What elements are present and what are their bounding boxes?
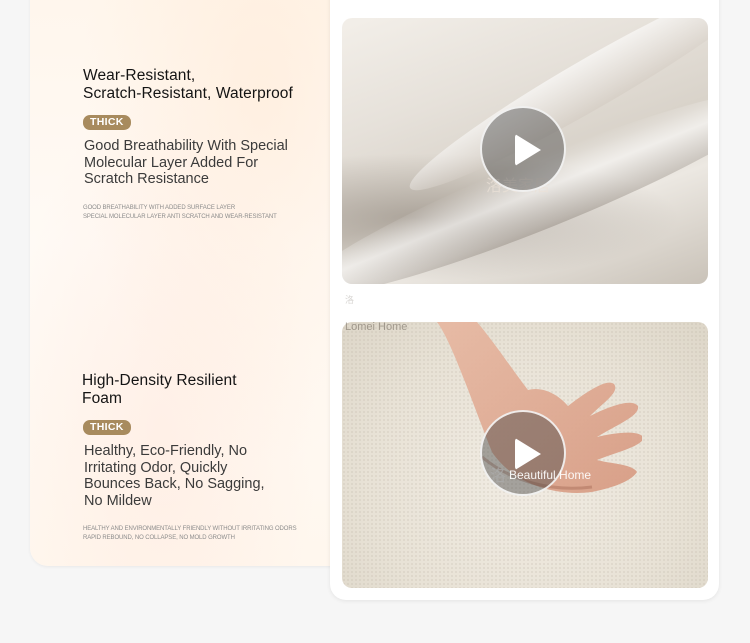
feature-description-line: Scratch Resistance bbox=[84, 171, 209, 187]
feature-title-line: Foam bbox=[82, 390, 123, 407]
feature-small-print-line: RAPID REBOUND, NO COLLAPSE, NO MOLD GROW… bbox=[83, 535, 235, 541]
play-button[interactable] bbox=[480, 106, 566, 192]
fabric-video[interactable]: 洛美家居 bbox=[342, 18, 708, 284]
feature-small-print: HEALTHY AND ENVIRONMENTALLY FRIENDLY WIT… bbox=[83, 525, 313, 543]
feature-title-line: Wear-Resistant, bbox=[83, 67, 196, 84]
feature-description-line: Irritating Odor, Quickly bbox=[84, 459, 228, 476]
video-media-card: 洛美家居 洛 Lomei Home 洛 Beautiful Home bbox=[330, 0, 719, 600]
feature-wear-resistant: Wear-Resistant, Scratch-Resistant, Water… bbox=[83, 67, 313, 222]
feature-title-line: Scratch-Resistant, Waterproof bbox=[83, 85, 293, 102]
feature-small-print-line: SPECIAL MOLECULAR LAYER ANTI SCRATCH AND… bbox=[83, 213, 277, 220]
product-detail-page: Wear-Resistant, Scratch-Resistant, Water… bbox=[0, 0, 750, 643]
video-caption-faint: 洛 bbox=[345, 295, 355, 305]
feature-description-line: No Mildew bbox=[84, 492, 152, 509]
feature-description-line: Good Breathability With Special bbox=[84, 138, 288, 154]
feature-small-print-line: HEALTHY AND ENVIRONMENTALLY FRIENDLY WIT… bbox=[83, 526, 297, 532]
brand-watermark-label: Lomei Home bbox=[345, 321, 408, 333]
feature-title: High-Density Resilient Foam bbox=[82, 372, 262, 408]
feature-small-print: GOOD BREATHABILITY WITH ADDED SURFACE LA… bbox=[83, 204, 313, 222]
feature-small-print-line: GOOD BREATHABILITY WITH ADDED SURFACE LA… bbox=[83, 204, 236, 211]
feature-high-density-foam: High-Density Resilient Foam THICK Health… bbox=[82, 372, 313, 543]
play-icon bbox=[515, 134, 541, 166]
feature-description-line: Healthy, Eco-Friendly, No bbox=[84, 443, 248, 459]
feature-description-line: Bounces Back, No Sagging, bbox=[84, 476, 265, 492]
feature-description-line: Molecular Layer Added For bbox=[84, 154, 259, 171]
feature-description: Healthy, Eco-Friendly, No Irritating Odo… bbox=[84, 443, 313, 509]
play-button[interactable] bbox=[480, 410, 566, 496]
feature-title-line: High-Density Resilient bbox=[82, 372, 237, 389]
play-icon bbox=[515, 438, 541, 470]
feature-description: Good Breathability With Special Molecula… bbox=[84, 138, 313, 188]
thick-badge: THICK bbox=[83, 420, 131, 435]
feature-title: Wear-Resistant, Scratch-Resistant, Water… bbox=[83, 67, 313, 103]
foam-video[interactable]: 洛 Beautiful Home bbox=[342, 322, 708, 588]
thick-badge: THICK bbox=[83, 115, 131, 130]
video-watermark: Beautiful Home bbox=[509, 468, 592, 482]
feature-info-card: Wear-Resistant, Scratch-Resistant, Water… bbox=[30, 0, 360, 566]
